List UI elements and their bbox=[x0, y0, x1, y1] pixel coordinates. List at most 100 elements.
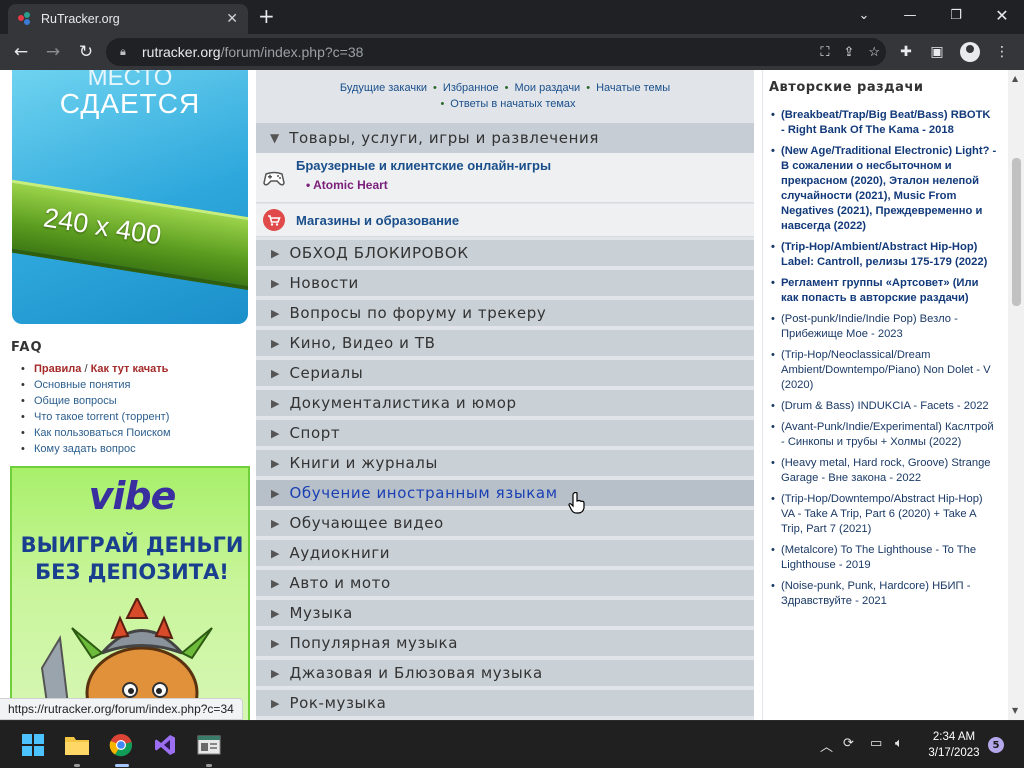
display-icon[interactable]: ▭ bbox=[870, 736, 882, 751]
browser-tab[interactable]: RuTracker.org ✕ bbox=[8, 4, 248, 34]
quicklink-replies[interactable]: Ответы в начатых темах bbox=[450, 98, 575, 110]
faq-howto-link[interactable]: Как тут качать bbox=[91, 363, 169, 375]
category-row-hovered[interactable]: ▶ Обучение иностранным языкам bbox=[256, 478, 754, 506]
release-link[interactable]: (Trip-Hop/Ambient/Abstract Hip-Hop) Labe… bbox=[771, 240, 997, 270]
bookmark-star-icon[interactable]: ☆ bbox=[868, 44, 880, 60]
expand-triangle-icon: ▶ bbox=[271, 456, 280, 470]
category-row[interactable]: ▶ Сериалы bbox=[256, 358, 754, 386]
release-link[interactable]: (Trip-Hop/Neoclassical/Dream Ambient/Dow… bbox=[771, 348, 997, 393]
running-indicator bbox=[206, 764, 212, 767]
expand-triangle-icon: ▶ bbox=[271, 666, 280, 680]
release-link[interactable]: (Avant-Punk/Indie/Experimental) Каслтрой… bbox=[771, 420, 997, 450]
category-label: ОБХОД БЛОКИРОВОК bbox=[289, 244, 469, 262]
extensions-puzzle-icon[interactable]: ✚ bbox=[896, 42, 916, 62]
category-row[interactable]: ▶ Документалистика и юмор bbox=[256, 388, 754, 416]
clock-date: 3/17/2023 bbox=[928, 747, 980, 759]
scrollbar-thumb[interactable] bbox=[1012, 158, 1021, 306]
lock-icon[interactable]: 🔒︎ bbox=[120, 46, 132, 58]
expand-triangle-icon: ▶ bbox=[271, 636, 280, 650]
ad-banner-rent[interactable]: МЕСТО СДАЕТСЯ 240 x 400 bbox=[12, 70, 248, 324]
category-row[interactable]: ▶ Вопросы по форуму и трекеру bbox=[256, 298, 754, 326]
faq-item-link[interactable]: Что такое torrent (торрент) bbox=[21, 409, 247, 425]
category-row[interactable]: ▶ Кино, Видео и ТВ bbox=[256, 328, 754, 356]
category-row[interactable]: ▶ Обучающее видео bbox=[256, 508, 754, 536]
restore-button[interactable]: ❐ bbox=[936, 4, 976, 26]
forum-name-link[interactable]: Браузерные и клиентские онлайн-игры bbox=[296, 158, 551, 173]
category-row[interactable]: ▶ Новости bbox=[256, 268, 754, 296]
quicklink-favorites[interactable]: Избранное bbox=[443, 82, 499, 94]
file-explorer-icon[interactable] bbox=[62, 730, 92, 760]
tray-overflow-chevron-icon[interactable]: ︿ bbox=[820, 736, 833, 755]
release-link[interactable]: (Drum & Bass) INDUKCIA - Facets - 2022 bbox=[771, 399, 997, 414]
scroll-down-arrow-icon[interactable]: ▼ bbox=[1012, 706, 1018, 715]
quicklink-started-topics[interactable]: Начатые темы bbox=[596, 82, 670, 94]
translate-icon[interactable]: ⛶ bbox=[820, 44, 829, 60]
forum-row-games[interactable]: Браузерные и клиентские онлайн-игры • At… bbox=[256, 153, 754, 203]
close-window-button[interactable]: ✕ bbox=[982, 4, 1022, 26]
forum-row-shops[interactable]: Магазины и образование bbox=[256, 204, 754, 237]
address-bar[interactable]: 🔒︎ rutracker.org/forum/index.php?c=38 ⛶ … bbox=[106, 38, 886, 66]
expand-triangle-icon: ▶ bbox=[271, 606, 280, 620]
page-scrollbar[interactable]: ▲ ▼ bbox=[1008, 70, 1024, 720]
volume-icon[interactable]: 🔈︎ bbox=[895, 736, 903, 751]
category-row[interactable]: ▶ Аудиокниги bbox=[256, 538, 754, 566]
app-window-icon[interactable] bbox=[194, 730, 224, 760]
forum-name-link[interactable]: Магазины и образование bbox=[296, 213, 459, 228]
category-row[interactable]: ▶ Рок-музыка bbox=[256, 688, 754, 716]
category-header-open[interactable]: ▼ Товары, услуги, игры и развлечения bbox=[256, 123, 754, 153]
share-icon[interactable]: ⇪ bbox=[843, 44, 854, 60]
sync-icon[interactable]: ⟳ bbox=[843, 736, 854, 751]
quick-links-row: Будущие закачки • Избранное • Мои раздачи • На… bbox=[339, 82, 671, 94]
gamepad-icon bbox=[263, 171, 285, 186]
new-tab-button[interactable]: + bbox=[258, 6, 275, 26]
start-windows-icon[interactable] bbox=[18, 730, 48, 760]
visual-studio-icon[interactable] bbox=[150, 730, 180, 760]
release-link[interactable]: (Post-punk/Indie/Indie Pop) Везло - Приб… bbox=[771, 312, 997, 342]
release-link[interactable]: (New Age/Traditional Electronic) Light? … bbox=[771, 144, 997, 234]
ad-headline: ВЫИГРАЙ ДЕНЬГИ БЕЗ ДЕПОЗИТА! bbox=[12, 532, 248, 586]
release-link[interactable]: (Breakbeat/Trap/Big Beat/Bass) RBOTK - R… bbox=[771, 108, 997, 138]
profile-avatar-icon[interactable] bbox=[960, 42, 980, 62]
category-row[interactable]: ▶ Авто и мото bbox=[256, 568, 754, 596]
category-label: Сериалы bbox=[289, 364, 364, 382]
chrome-icon[interactable] bbox=[106, 730, 136, 760]
subforum-name: Atomic Heart bbox=[313, 178, 388, 192]
scroll-up-arrow-icon[interactable]: ▲ bbox=[1012, 74, 1018, 83]
subforum-link[interactable]: • Atomic Heart bbox=[306, 178, 388, 192]
chrome-menu-icon[interactable]: ⋮ bbox=[992, 42, 1012, 62]
notification-badge[interactable]: 5 bbox=[988, 737, 1004, 753]
tab-close-icon[interactable]: ✕ bbox=[226, 11, 238, 27]
category-label: Вопросы по форуму и трекеру bbox=[289, 304, 547, 322]
system-clock[interactable]: 2:34 AM 3/17/2023 bbox=[918, 729, 990, 761]
side-panel-icon[interactable]: ▣ bbox=[927, 42, 947, 62]
release-link[interactable]: (Trip-Hop/Downtempo/Abstract Hip-Hop) VA… bbox=[771, 492, 997, 537]
category-row[interactable]: ▶ ОБХОД БЛОКИРОВОК bbox=[256, 238, 754, 266]
ad-headline-line2: БЕЗ ДЕПОЗИТА! bbox=[35, 560, 229, 584]
faq-item-link[interactable]: Основные понятия bbox=[21, 377, 247, 393]
faq-item-link[interactable]: Общие вопросы bbox=[21, 393, 247, 409]
category-row[interactable]: ▶ Книги и журналы bbox=[256, 448, 754, 476]
tab-search-icon[interactable]: ⌄ bbox=[844, 4, 884, 26]
release-link[interactable]: Регламент группы «Артсовет» (Или как поп… bbox=[771, 276, 997, 306]
category-row[interactable]: ▶ Спорт bbox=[256, 418, 754, 446]
faq-item-link[interactable]: Кому задать вопрос bbox=[21, 441, 247, 457]
release-link[interactable]: (Noise-punk, Punk, Hardcore) НБИП - Здра… bbox=[771, 579, 997, 609]
release-link[interactable]: (Heavy metal, Hard rock, Groove) Strange… bbox=[771, 456, 997, 486]
collapse-triangle-icon[interactable]: ▼ bbox=[270, 131, 279, 145]
category-row[interactable]: ▶ Популярная музыка bbox=[256, 628, 754, 656]
quick-links: Будущие закачки • Избранное • Мои раздачи • На… bbox=[256, 80, 754, 112]
category-row[interactable]: ▶ Джазовая и Блюзовая музыка bbox=[256, 658, 754, 686]
windows-taskbar: ︿ ⟳ ▭ 🔈︎ 2:34 AM 3/17/2023 5 bbox=[0, 720, 1024, 768]
faq-item-link[interactable]: Как пользоваться Поиском bbox=[21, 425, 247, 441]
reload-button[interactable]: ↻ bbox=[75, 41, 97, 63]
quicklink-my-releases[interactable]: Мои раздачи bbox=[515, 82, 581, 94]
quicklink-future-downloads[interactable]: Будущие закачки bbox=[340, 82, 427, 94]
minimize-button[interactable]: — bbox=[890, 4, 930, 26]
forward-button[interactable]: → bbox=[42, 41, 64, 63]
category-label: Джазовая и Блюзовая музыка bbox=[289, 664, 543, 682]
category-row[interactable]: ▶ Музыка bbox=[256, 598, 754, 626]
release-link[interactable]: (Metalcore) To The Lighthouse - To The L… bbox=[771, 543, 997, 573]
back-button[interactable]: ← bbox=[10, 41, 32, 63]
ad-banner-vibe[interactable]: vibe ВЫИГРАЙ ДЕНЬГИ БЕЗ ДЕПОЗИТА! bbox=[10, 466, 250, 720]
faq-rules-link[interactable]: Правила bbox=[34, 363, 81, 375]
